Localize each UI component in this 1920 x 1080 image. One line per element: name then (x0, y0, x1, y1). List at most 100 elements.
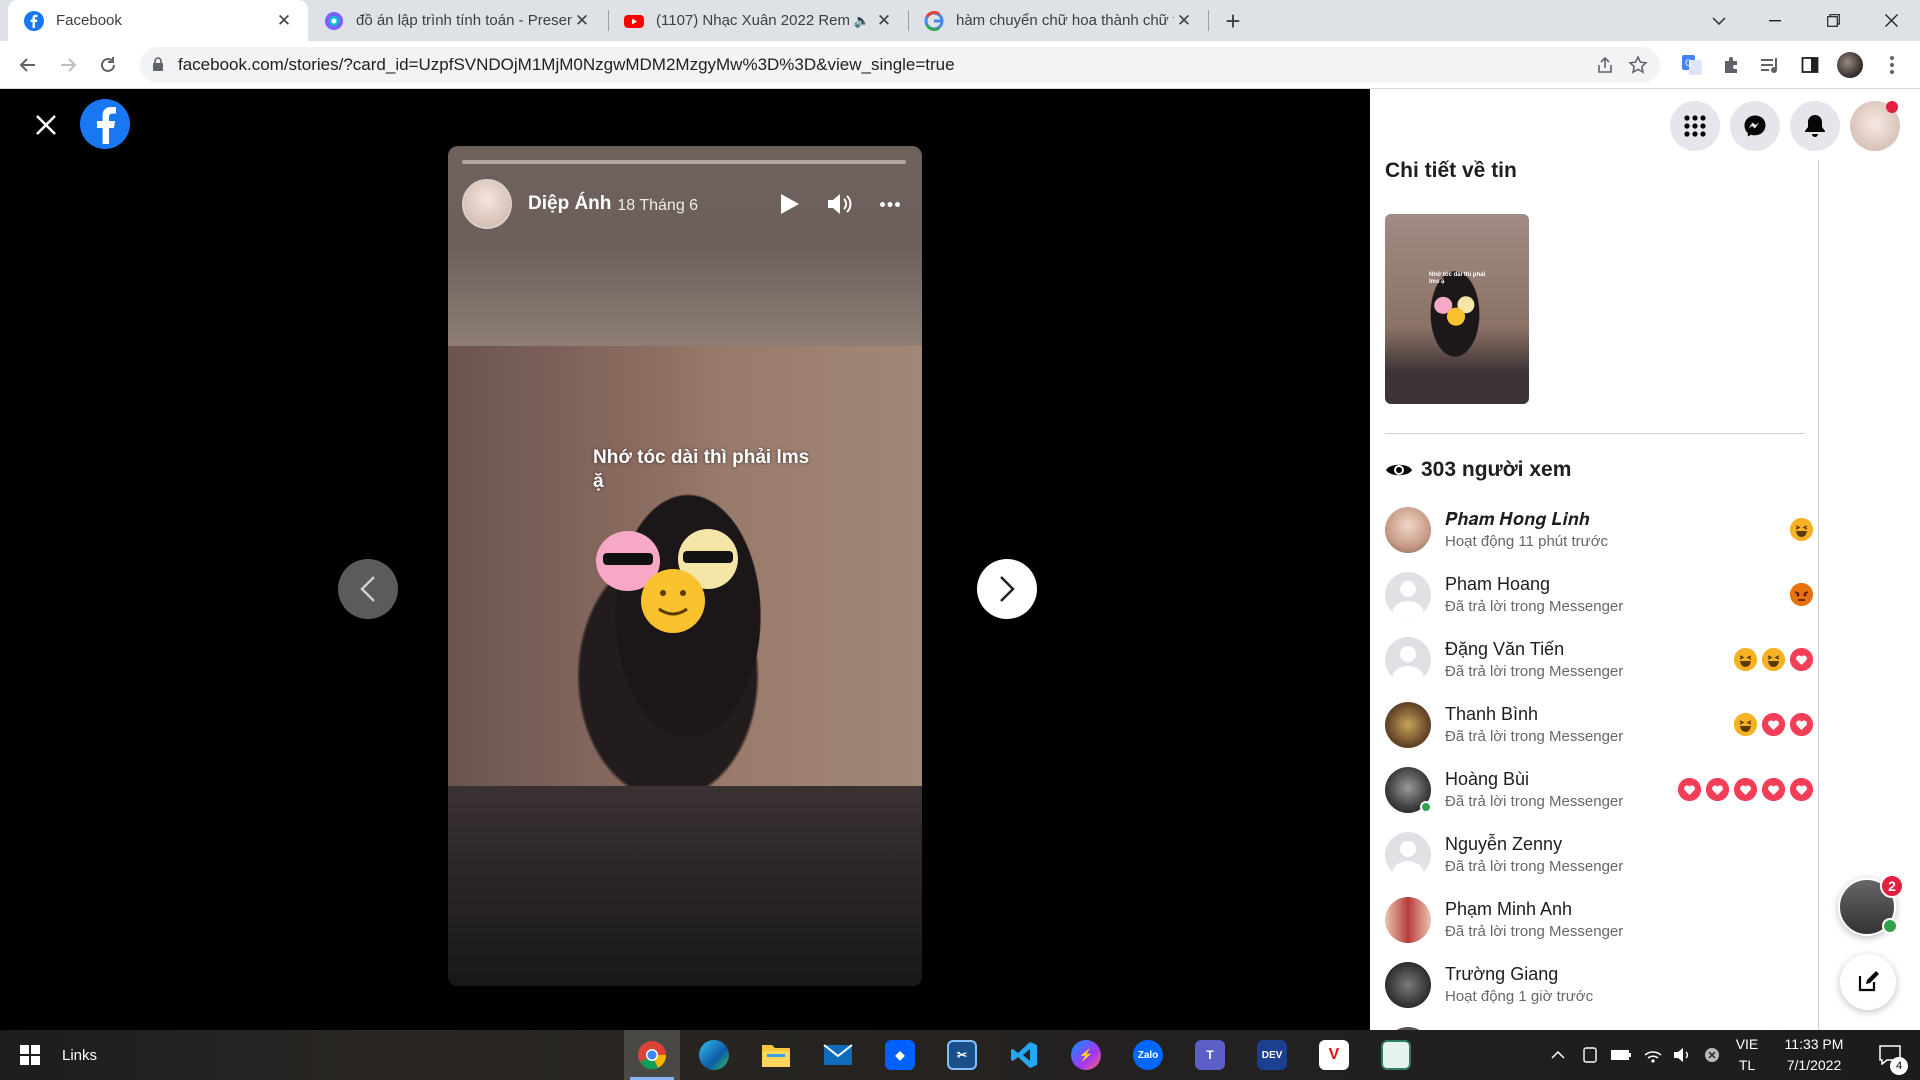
story-card[interactable]: Diệp Ánh 18 Tháng 6 Nhớ tóc dài thì phải… (448, 146, 922, 986)
taskbar-sheet-app[interactable] (1368, 1030, 1424, 1080)
viewer-name[interactable]: Nguyễn Zenny (1445, 833, 1623, 855)
action-center-button[interactable] (1866, 1030, 1914, 1080)
taskbar-file-explorer[interactable] (748, 1030, 804, 1080)
viewer-avatar[interactable] (1385, 571, 1431, 618)
story-photo (448, 346, 922, 786)
volume-button[interactable] (822, 178, 858, 230)
tab-close-icon[interactable]: ✕ (274, 11, 294, 31)
viewer-row[interactable]: Phạm Minh Anh Đã trả lời trong Messenger (1385, 887, 1813, 952)
address-bar[interactable]: facebook.com/stories/?card_id=UzpfSVNDOj… (140, 47, 1660, 83)
viewer-name[interactable]: Hoàng Bùi (1445, 768, 1623, 790)
tab-presentation[interactable]: đồ án lập trình tính toán - Presentation… (310, 0, 604, 41)
viewer-name[interactable]: Thanh Bình (1445, 703, 1623, 725)
facebook-logo[interactable] (80, 99, 130, 149)
taskbar-devc[interactable]: DEV (1244, 1030, 1300, 1080)
chrome-menu-button[interactable] (1878, 51, 1906, 79)
viewer-row[interactable]: Hoàng Bùi Đã trả lời trong Messenger (1385, 757, 1813, 822)
menu-grid-icon (1684, 115, 1706, 137)
share-icon[interactable] (1596, 56, 1614, 74)
close-window-button[interactable] (1862, 0, 1920, 41)
tray-disconnected[interactable] (1700, 1030, 1724, 1080)
menu-button[interactable] (1670, 101, 1720, 151)
story-author-avatar[interactable] (462, 179, 512, 229)
viewer-avatar[interactable] (1385, 766, 1432, 813)
close-story-button[interactable] (28, 107, 64, 143)
new-tab-button[interactable]: + (1220, 6, 1246, 36)
translate-extension[interactable]: G (1678, 51, 1706, 79)
start-button[interactable] (0, 1030, 60, 1080)
tab-audio-icon[interactable]: 🔈 (850, 11, 874, 31)
taskbar-dropbox[interactable]: ◆ (872, 1030, 928, 1080)
taskbar-zalo[interactable]: Zalo (1120, 1030, 1176, 1080)
viewer-row[interactable]: Pham Hoang Đã trả lời trong Messenger (1385, 562, 1813, 627)
input-language[interactable]: VIE TL (1732, 1034, 1762, 1076)
taskbar-chrome[interactable] (624, 1030, 680, 1080)
extensions-button[interactable] (1718, 51, 1746, 79)
messenger-icon (1744, 115, 1766, 137)
profile-button[interactable] (1836, 51, 1864, 79)
viewer-avatar[interactable] (1385, 636, 1431, 683)
taskbar-vietkey[interactable]: V (1306, 1030, 1362, 1080)
tab-google[interactable]: hàm chuyển chữ hoa thành chữ thường ✕ (912, 0, 1206, 41)
forward-button[interactable] (52, 49, 84, 81)
story-author-name[interactable]: Diệp Ánh (528, 193, 611, 215)
bookmark-star-icon[interactable] (1628, 55, 1648, 75)
viewer-row[interactable]: Bùi Duy Mạnh (1385, 1017, 1813, 1030)
viewer-name[interactable]: Trường Giang (1445, 963, 1593, 985)
side-panel-button[interactable] (1796, 51, 1824, 79)
story-more-button[interactable] (872, 178, 908, 230)
back-button[interactable] (12, 49, 44, 81)
viewer-avatar[interactable] (1385, 896, 1431, 943)
viewer-name[interactable]: Phạm Minh Anh (1445, 898, 1623, 920)
taskbar-teams[interactable]: T (1182, 1030, 1238, 1080)
tab-facebook[interactable]: Facebook ✕ (8, 0, 308, 41)
viewer-row[interactable]: Đặng Văn Tiến Đã trả lời trong Messenger (1385, 627, 1813, 692)
viewer-avatar[interactable] (1385, 506, 1431, 553)
notifications-button[interactable] (1790, 101, 1840, 151)
viewer-name[interactable]: Pham Hoang (1445, 573, 1623, 595)
taskbar-snip[interactable]: ✂ (934, 1030, 990, 1080)
snip-icon: ✂ (947, 1040, 977, 1070)
viewer-name[interactable]: Đặng Văn Tiến (1445, 638, 1623, 660)
taskbar-edge[interactable] (686, 1030, 742, 1080)
messenger-button[interactable] (1730, 101, 1780, 151)
links-toolbar[interactable]: Links (62, 1030, 97, 1080)
haha-reaction-icon (1734, 713, 1757, 736)
tray-overflow-button[interactable] (1546, 1030, 1570, 1080)
panel-scrollbar[interactable] (1818, 160, 1819, 1030)
taskbar-messenger[interactable]: ⚡ (1058, 1030, 1114, 1080)
restore-button[interactable] (1804, 0, 1862, 41)
lock-icon (153, 57, 163, 71)
viewer-avatar[interactable] (1385, 831, 1431, 878)
tab-youtube[interactable]: (1107) Nhạc Xuân 2022 Remix 🔈 ✕ (612, 0, 906, 41)
reload-button[interactable] (92, 49, 124, 81)
taskbar-vscode[interactable] (996, 1030, 1052, 1080)
tab-close-icon[interactable]: ✕ (572, 11, 592, 31)
account-avatar-button[interactable] (1850, 101, 1900, 151)
viewer-row[interactable]: Thanh Bình Đã trả lời trong Messenger (1385, 692, 1813, 757)
viewer-row[interactable]: Trường Giang Hoạt động 1 giờ trước (1385, 952, 1813, 1017)
tray-wifi[interactable] (1640, 1030, 1666, 1080)
viewer-row[interactable]: Nguyễn Zenny Đã trả lời trong Messenger (1385, 822, 1813, 887)
story-thumbnail[interactable]: Nhớ tóc dài thì phải lms ặ (1385, 214, 1529, 404)
media-control-button[interactable] (1756, 51, 1784, 79)
clock-date: 7/1/2022 (1786, 1057, 1842, 1073)
next-story-button[interactable] (977, 559, 1037, 619)
tray-battery[interactable] (1608, 1030, 1634, 1080)
play-button[interactable] (772, 178, 808, 230)
clock[interactable]: 11:33 PM 7/1/2022 (1766, 1034, 1862, 1076)
love-reaction-icon (1706, 778, 1729, 801)
tab-search-button[interactable] (1690, 0, 1748, 41)
viewer-avatar[interactable] (1385, 701, 1431, 748)
previous-story-button[interactable] (338, 559, 398, 619)
tray-device[interactable] (1578, 1030, 1602, 1080)
new-message-button[interactable] (1840, 954, 1896, 1010)
minimize-button[interactable] (1746, 0, 1804, 41)
viewer-name[interactable]: 𝑷𝒉𝒂𝒎 𝑯𝒐𝒏𝒈 𝑳𝒊𝒏𝒉 (1445, 508, 1608, 530)
viewer-avatar[interactable] (1385, 961, 1431, 1008)
tab-close-icon[interactable]: ✕ (874, 11, 894, 31)
tab-close-icon[interactable]: ✕ (1174, 11, 1194, 31)
viewer-row[interactable]: 𝑷𝒉𝒂𝒎 𝑯𝒐𝒏𝒈 𝑳𝒊𝒏𝒉 Hoạt động 11 phút trước (1385, 497, 1813, 562)
tray-volume[interactable] (1670, 1030, 1696, 1080)
taskbar-mail[interactable] (810, 1030, 866, 1080)
